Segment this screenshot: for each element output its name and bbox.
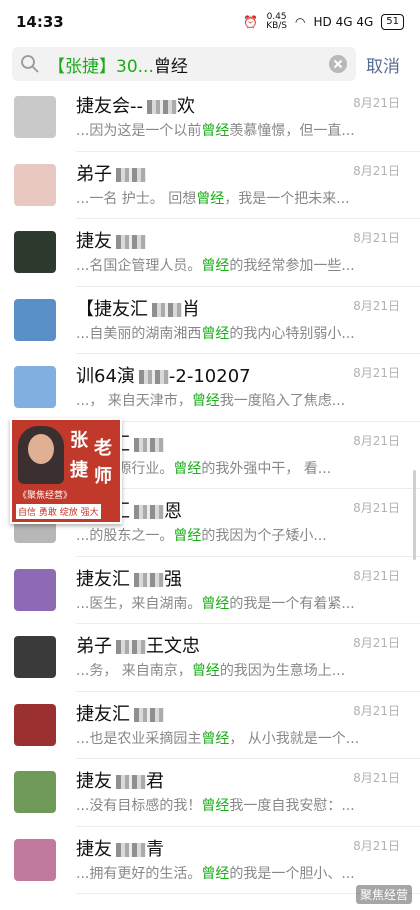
message-date: 8月21日 [353,703,400,718]
message-snippet: ...拥有更好的生活。曾经的我是一个胆小、... [76,865,355,882]
message-snippet: ...名国企管理人员。曾经的我经常参加一些... [76,258,355,274]
status-icons: ⏰ 0.45 KB/S ◠ HD 4G 4G 51 [243,13,404,31]
wifi-icon: ◠ [295,15,306,29]
message-date: 8月21日 [353,838,400,853]
promo-char: 捷 [70,460,88,481]
chat-name: 捷友 [76,227,146,253]
clear-icon[interactable] [328,54,348,74]
message-date: 8月21日 [353,501,400,515]
blur-mosaic [134,437,164,452]
result-row[interactable]: 弟子 8月21日 ...一名 护士。 回想曾经，我是一个把未来... [0,152,420,219]
message-date: 8月21日 [353,366,400,380]
avatar [14,163,56,206]
message-snippet: ...也是农业采摘园主曾经， 从小我就是一个... [76,730,360,747]
battery-indicator: 51 [381,14,404,30]
promo-badge: 张 老 捷 师 《聚焦经营》 自信 勇敢 绽放 强大 [10,418,122,524]
result-row[interactable]: 弟子 王文忠 8月21日 ...务， 来自南京，曾经的我因为生意场上... [0,624,420,692]
message-snippet: ...因为这是一个以前曾经羡慕憧憬，但一直... [76,123,355,139]
status-time: 14:33 [16,13,64,31]
result-row[interactable]: 捷友汇强 8月21日 ...医生，来自湖南。曾经的我是一个有着紧... [0,557,420,624]
blur-mosaic [134,505,164,519]
result-row[interactable]: 训64演 -2-10207 8月21日 ...， 来自天津市，曾经我一度陷入了焦虑..… [0,354,420,422]
cancel-button[interactable]: 取消 [366,52,400,77]
search-input[interactable]: 【张捷】30...曾经 [48,52,328,77]
promo-char: 张 [70,430,88,451]
search-query-keyword: 曾经 [153,56,188,77]
watermark: 聚焦经营 [355,885,412,904]
blur-mosaic [147,100,177,114]
message-snippet: ...的股东之一。曾经的我因为个子矮小... [76,528,327,544]
network-indicator: HD 4G 4G [313,15,374,29]
promo-slogan: 自信 勇敢 绽放 强大 [16,504,101,519]
message-date: 8月21日 [353,636,400,650]
result-row[interactable]: 捷友 8月21日 ...名国企管理人员。曾经的我经常参加一些... [0,219,420,287]
alarm-icon: ⏰ [243,15,259,29]
blur-mosaic [152,302,182,317]
avatar [14,771,56,813]
avatar [14,636,56,678]
search-bar: 【张捷】30...曾经 取消 [0,44,420,84]
chat-name: 【捷友汇肖 [76,298,200,320]
chat-name: 训64演 -2-10207 [76,366,251,387]
scrollbar[interactable] [413,470,416,560]
chat-name: 弟子 王文忠 [76,636,200,657]
avatar [14,838,56,881]
blur-mosaic [134,572,164,587]
message-date: 8月21日 [353,771,400,785]
result-row[interactable]: 【捷友汇肖 8月21日 ...自美丽的湖南湘西曾经的我内心特别弱小... [0,287,420,354]
avatar [14,568,56,611]
message-snippet: ...医生，来自湖南。曾经的我是一个有着紧... [76,595,355,612]
avatar [14,703,56,746]
promo-char: 师 [94,466,112,487]
message-snippet: ...没有目标感的我！曾经我一度自我安慰：... [76,798,355,814]
promo-portrait [18,426,64,484]
blur-mosaic [116,167,146,182]
chat-name: 捷友君 [76,771,164,792]
chat-name: 捷友汇 [76,700,164,726]
message-date: 8月21日 [353,96,400,110]
network-speed: 0.45 KB/S [266,12,288,31]
message-date: 8月21日 [353,231,400,245]
message-date: 8月21日 [353,298,400,313]
message-date: 8月21日 [353,568,400,583]
avatar [14,298,56,341]
chat-name: 捷友会-- 欢 [76,96,195,117]
blur-mosaic [138,370,169,384]
promo-subtitle: 《聚焦经营》 [18,491,73,501]
blur-mosaic [134,707,164,722]
avatar [14,96,56,138]
message-snippet: ...一名 护士。 回想曾经，我是一个把未来... [76,190,350,207]
promo-char: 老 [94,438,112,459]
blur-mosaic [116,842,146,857]
search-box[interactable]: 【张捷】30...曾经 [12,47,356,81]
chat-name: 弟子 [76,160,146,186]
message-snippet: ...务， 来自南京，曾经的我因为生意场上... [76,663,346,679]
result-row[interactable]: 捷友汇 8月21日 ...也是农业采摘园主曾经， 从小我就是一个... [0,692,420,759]
chat-name: 捷友汇强 [76,568,182,590]
blur-mosaic [116,235,146,249]
message-snippet: ...， 来自天津市，曾经我一度陷入了焦虑... [76,393,346,409]
blur-mosaic [116,640,146,654]
result-row[interactable]: 捷友会-- 欢 8月21日 ...因为这是一个以前曾经羡慕憧憬，但一直... [0,84,420,152]
message-date: 8月21日 [353,433,400,448]
result-row[interactable]: 捷友青 8月21日 ...拥有更好的生活。曾经的我是一个胆小、... [0,827,420,894]
message-snippet: ...自美丽的湖南湘西曾经的我内心特别弱小... [76,325,355,342]
search-query-prefix: 【张捷】30... [48,56,154,77]
chat-name: 捷友青 [76,838,164,860]
result-row[interactable]: 捷友君 8月21日 ...没有目标感的我！曾经我一度自我安慰：... [0,759,420,827]
message-date: 8月21日 [353,163,400,178]
blur-mosaic [116,775,146,789]
search-icon [21,55,39,73]
avatar [14,366,56,408]
status-bar: 14:33 ⏰ 0.45 KB/S ◠ HD 4G 4G 51 [0,0,420,44]
avatar [14,231,56,273]
